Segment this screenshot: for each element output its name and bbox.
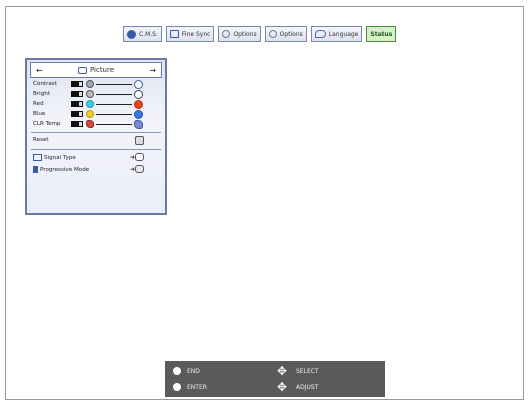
guide-select-label: SELECT — [296, 368, 319, 375]
guide-end: END — [173, 367, 200, 375]
value-box — [71, 101, 83, 107]
dpad-vertical-icon — [277, 364, 290, 378]
signal-type-label-wrap: Signal Type — [33, 154, 76, 161]
progressive-mode-label: Progressive Mode — [40, 167, 90, 173]
setting-label: Blue — [33, 111, 46, 117]
prev-menu-arrow[interactable]: ← — [36, 66, 43, 75]
setting-row-clr-temp[interactable]: CLR Temp — [27, 120, 165, 130]
contrast-low-icon — [86, 80, 94, 88]
signal-type-label: Signal Type — [44, 155, 76, 161]
progressive-submenu-button[interactable] — [135, 165, 144, 173]
tab-fine-sync[interactable]: Fine Sync — [165, 26, 215, 42]
tab-label: Options — [233, 30, 257, 38]
slider-track[interactable] — [96, 94, 132, 95]
speech-bubble-icon — [314, 30, 326, 38]
guide-adjust: ADJUST — [277, 380, 319, 394]
guide-enter-label: ENTER — [187, 383, 207, 391]
contrast-high-icon — [134, 80, 143, 89]
signal-type-submenu-button[interactable] — [135, 153, 144, 161]
panel-header: ← Picture → — [30, 62, 162, 78]
setting-row-blue[interactable]: Blue — [27, 110, 165, 120]
value-box — [71, 121, 83, 127]
cool-temp-icon — [134, 120, 143, 129]
guide-select: SELECT — [277, 364, 319, 378]
picture-icon — [77, 66, 87, 74]
slider-track[interactable] — [96, 84, 132, 85]
setting-label: Contrast — [33, 81, 57, 87]
value-box — [71, 111, 83, 117]
signal-type-row[interactable]: Signal Type ➜ — [27, 152, 165, 164]
warm-temp-icon — [86, 120, 94, 128]
button-guide-bar: END ENTER SELECT ADJUST — [165, 361, 385, 397]
bright-high-icon — [134, 90, 143, 99]
options-ring-icon — [268, 30, 277, 38]
dpad-horizontal-icon — [277, 380, 290, 394]
guide-adjust-label: ADJUST — [296, 384, 319, 391]
menu-button-icon — [173, 367, 181, 375]
slider-track[interactable] — [96, 114, 132, 115]
progressive-mode-icon — [33, 166, 38, 173]
setting-label: Red — [33, 101, 44, 107]
slider-track[interactable] — [96, 104, 132, 105]
blue-icon — [134, 110, 143, 119]
tab-status[interactable]: Status — [366, 26, 397, 42]
enter-button-icon — [173, 383, 181, 391]
setting-row-contrast[interactable]: Contrast — [27, 80, 165, 90]
panel-title-text: Picture — [89, 66, 115, 74]
reset-button[interactable] — [135, 136, 144, 145]
value-box — [71, 91, 83, 97]
tab-label: Fine Sync — [181, 30, 211, 38]
tab-options-1[interactable]: Options — [218, 26, 261, 42]
signal-type-icon — [33, 154, 42, 161]
value-box — [71, 81, 83, 87]
menu-tabs: C.M.S. Fine Sync Options Options Languag… — [123, 26, 397, 44]
yellow-icon — [86, 110, 94, 118]
panel-title: Picture — [77, 66, 115, 74]
guide-end-label: END — [187, 367, 200, 375]
options-ring-icon — [222, 30, 231, 38]
reset-row[interactable]: Reset — [27, 135, 165, 147]
setting-row-bright[interactable]: Bright — [27, 90, 165, 100]
tab-label: Status — [370, 30, 393, 38]
setting-label: CLR Temp — [33, 121, 61, 127]
next-menu-arrow[interactable]: → — [149, 66, 156, 75]
divider — [31, 149, 161, 150]
color-circle-icon — [127, 29, 136, 39]
monitor-icon — [169, 30, 179, 38]
slider-track[interactable] — [96, 124, 132, 125]
tab-options-2[interactable]: Options — [264, 26, 307, 42]
setting-label: Bright — [33, 91, 50, 97]
setting-row-red[interactable]: Red — [27, 100, 165, 110]
tab-language[interactable]: Language — [310, 26, 363, 42]
reset-label: Reset — [33, 137, 49, 143]
tab-label: Language — [328, 30, 359, 38]
guide-enter: ENTER — [173, 383, 207, 391]
progressive-label-wrap: Progressive Mode — [33, 166, 89, 173]
bright-low-icon — [86, 90, 94, 98]
cyan-icon — [86, 100, 94, 108]
tab-label: C.M.S. — [139, 30, 158, 38]
tab-label: Options — [279, 30, 303, 38]
red-icon — [134, 100, 143, 109]
progressive-mode-row[interactable]: Progressive Mode ➜ — [27, 164, 165, 176]
tab-cms[interactable]: C.M.S. — [123, 26, 162, 42]
divider — [31, 132, 161, 133]
picture-menu-panel: ← Picture → Contrast Bright Red Blue CLR… — [25, 58, 167, 215]
